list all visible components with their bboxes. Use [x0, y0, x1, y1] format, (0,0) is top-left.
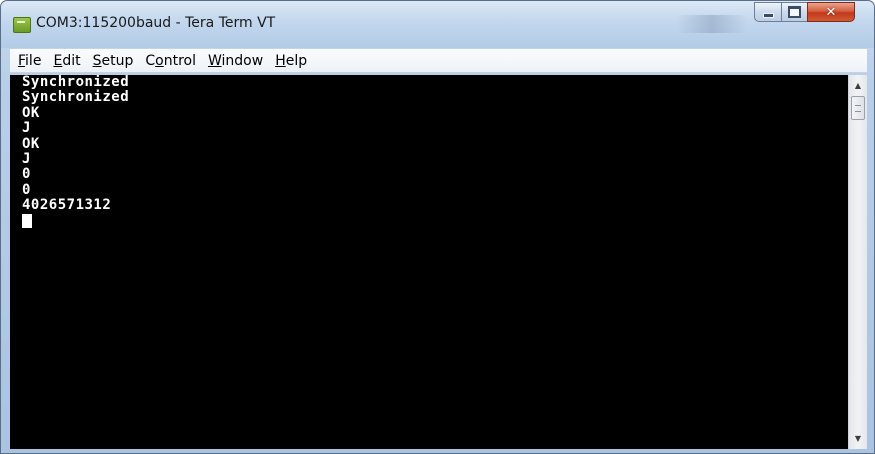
maximize-button[interactable]: [781, 2, 808, 22]
menu-help[interactable]: Help: [269, 53, 313, 69]
menu-setup-label: etup: [101, 52, 134, 69]
scroll-down-arrow-icon[interactable]: ▼: [849, 430, 867, 447]
scrollbar-thumb[interactable]: [851, 96, 865, 120]
menu-control-prefix: C: [145, 52, 156, 69]
terminal-screen[interactable]: Synchronized Synchronized OK J OK J 0 0 …: [19, 75, 848, 449]
tera-term-app-icon[interactable]: [13, 17, 31, 33]
menu-control-mnemonic: o: [155, 52, 164, 69]
vertical-scrollbar[interactable]: ▲ ▼: [848, 75, 867, 449]
title-bar-glass-reflection: [677, 15, 747, 33]
close-icon: ✕: [825, 4, 837, 20]
menu-edit-mnemonic: E: [53, 52, 63, 69]
menu-file[interactable]: File: [10, 53, 47, 69]
terminal-line: J: [22, 151, 31, 168]
terminal-line: 0: [22, 166, 31, 183]
menu-help-mnemonic: H: [275, 52, 286, 69]
window-title: COM3:115200baud - Tera Term VT: [36, 15, 276, 31]
menu-file-mnemonic: F: [18, 52, 26, 69]
menu-edit[interactable]: Edit: [47, 53, 86, 69]
terminal-line: 4026571312: [22, 197, 112, 214]
menu-edit-label: dit: [62, 52, 81, 69]
app-window: COM3:115200baud - Tera Term VT ✕ File Ed…: [0, 0, 875, 454]
menu-control-label: ntrol: [163, 52, 196, 69]
minimize-icon: [762, 12, 774, 18]
close-button[interactable]: ✕: [807, 2, 855, 22]
terminal-line: OK: [22, 104, 40, 121]
menu-window[interactable]: Window: [202, 53, 269, 69]
maximize-icon: [788, 6, 801, 18]
menu-window-label: indow: [221, 52, 264, 69]
menu-setup[interactable]: Setup: [87, 53, 140, 69]
menu-bar: File Edit Setup Control Window Help: [10, 49, 867, 73]
terminal-line: OK: [22, 135, 40, 152]
menu-window-mnemonic: W: [207, 52, 222, 69]
menu-file-label: ile: [25, 52, 42, 69]
terminal-line: Synchronized: [22, 89, 130, 106]
menu-help-label: elp: [285, 52, 308, 69]
terminal-cursor: [22, 213, 32, 228]
terminal-line: Synchronized: [22, 75, 130, 90]
terminal-line: 0: [22, 181, 31, 198]
minimize-button[interactable]: [754, 2, 782, 22]
terminal-left-margin: [10, 75, 19, 449]
menu-control[interactable]: Control: [139, 53, 202, 69]
scroll-up-arrow-icon[interactable]: ▲: [849, 77, 867, 94]
title-bar[interactable]: COM3:115200baud - Tera Term VT: [1, 1, 874, 48]
terminal-line: J: [22, 120, 31, 137]
